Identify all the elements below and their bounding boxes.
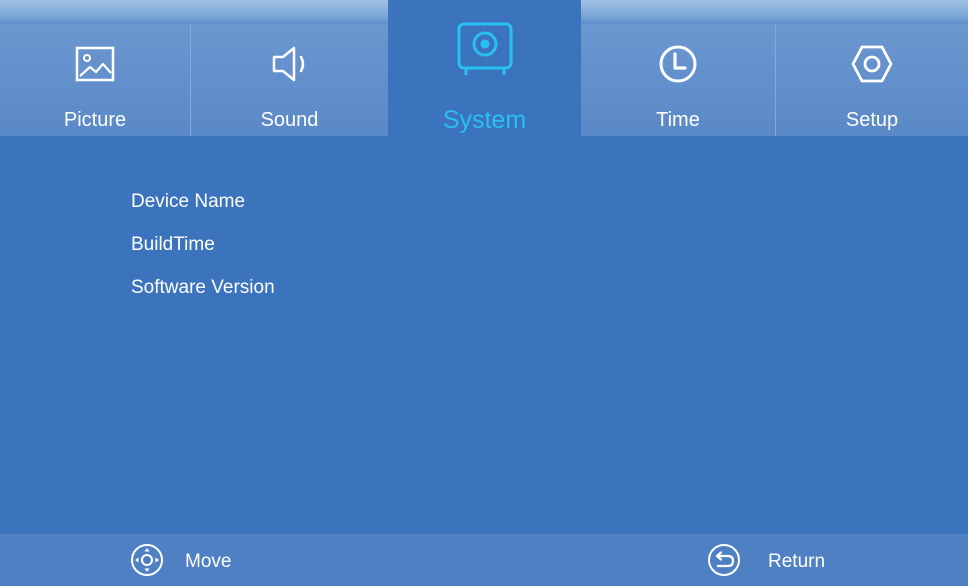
software-version-item[interactable]: Software Version bbox=[131, 276, 275, 300]
tab-label: Time bbox=[656, 109, 700, 131]
tab-system[interactable]: System bbox=[388, 0, 581, 136]
tab-label: Sound bbox=[260, 109, 319, 131]
hexagon-setup-icon bbox=[851, 45, 893, 83]
menu-tab-bar: Picture Sound System Time Setup bbox=[0, 0, 968, 136]
tab-label: Picture bbox=[63, 109, 127, 131]
dpad-move-icon bbox=[131, 544, 163, 576]
system-info-panel: Device Name BuildTime Software Version bbox=[0, 136, 968, 534]
picture-icon bbox=[75, 46, 115, 82]
system-safe-icon bbox=[457, 22, 512, 75]
return-icon bbox=[708, 544, 740, 576]
tab-picture[interactable]: Picture bbox=[0, 24, 191, 136]
tab-label: System bbox=[442, 106, 527, 134]
speaker-icon bbox=[272, 46, 304, 82]
clock-icon bbox=[659, 45, 697, 83]
return-hint-label: Return bbox=[768, 551, 826, 572]
build-time-item[interactable]: BuildTime bbox=[131, 233, 215, 257]
tv-menu-screen: Picture Sound System Time Setup Device N… bbox=[0, 0, 968, 586]
footer-hint-bar: Move Return bbox=[0, 534, 968, 586]
device-name-item[interactable]: Device Name bbox=[131, 190, 245, 214]
tab-label: Setup bbox=[845, 109, 899, 131]
tab-sound[interactable]: Sound bbox=[191, 24, 388, 136]
tab-setup[interactable]: Setup bbox=[776, 24, 968, 136]
tab-time[interactable]: Time bbox=[581, 24, 776, 136]
move-hint-label: Move bbox=[185, 551, 232, 572]
